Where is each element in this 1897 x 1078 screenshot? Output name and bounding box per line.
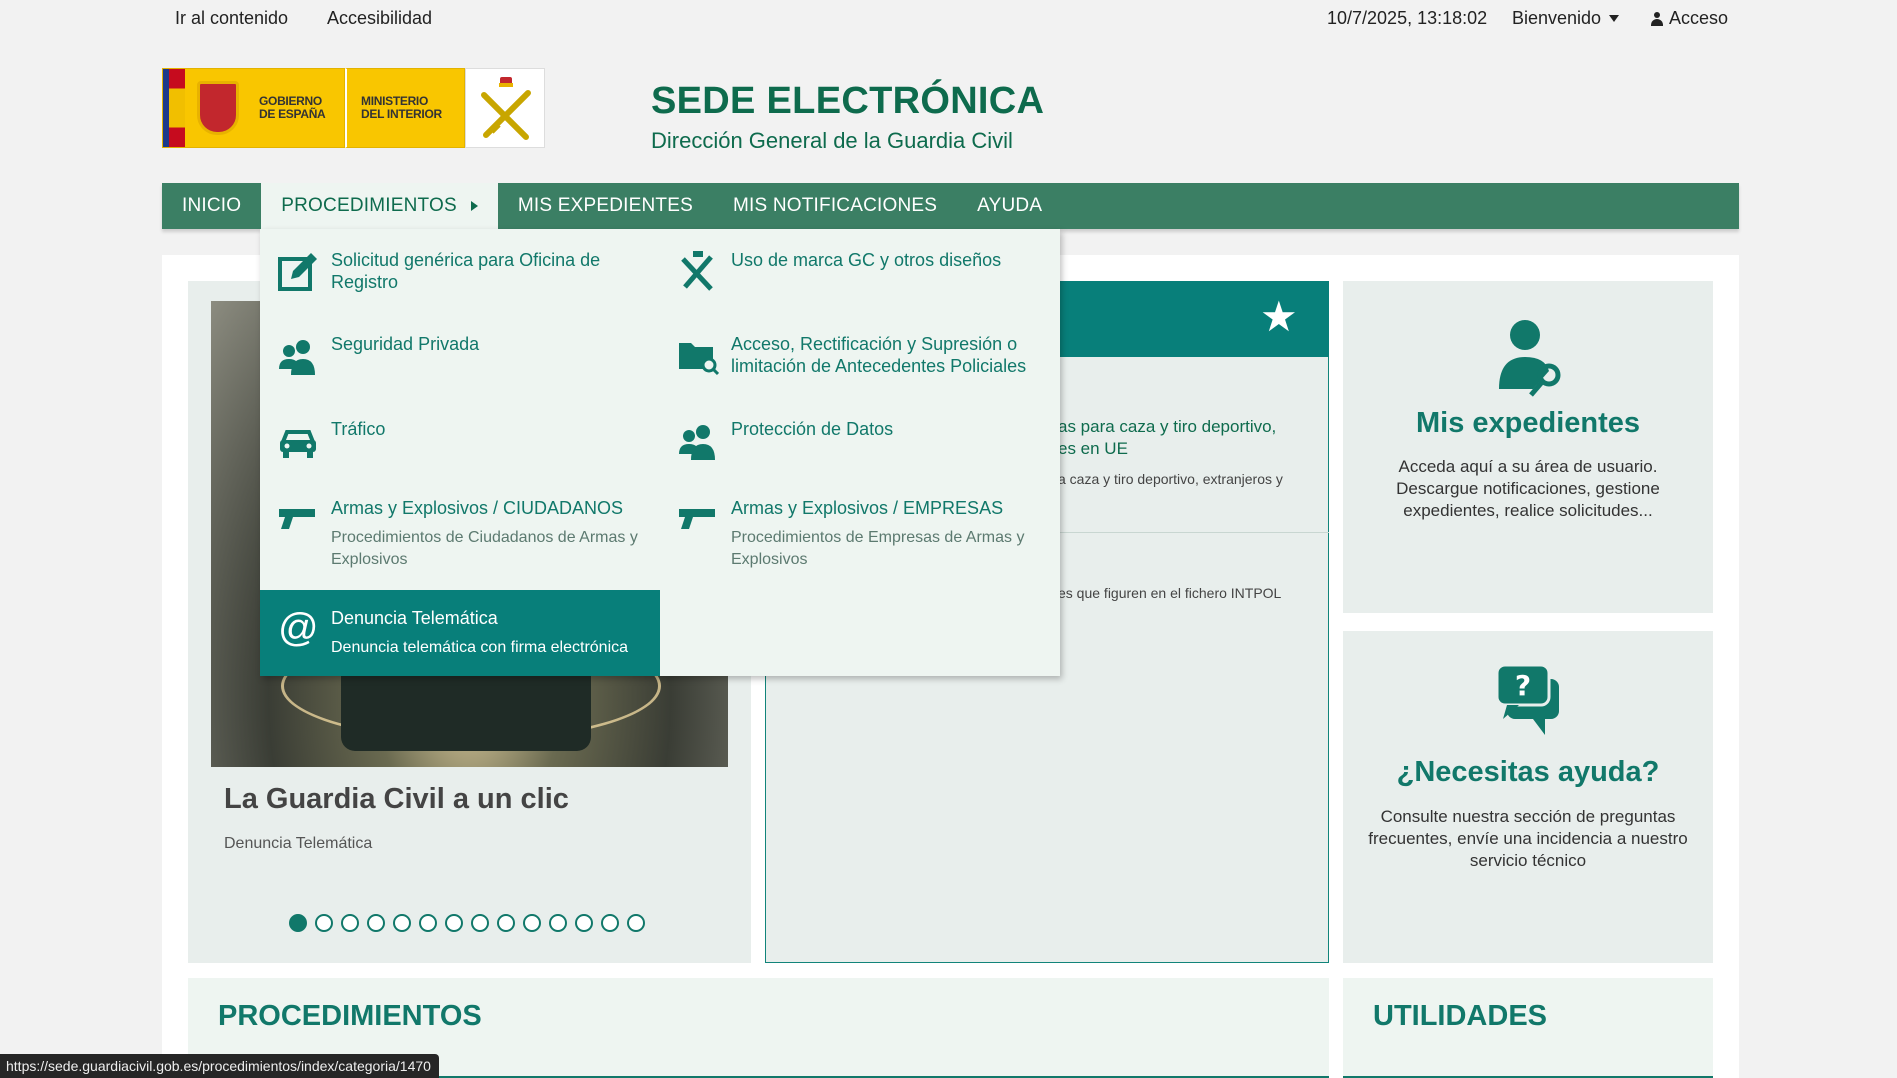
user-icon xyxy=(1651,11,1663,26)
help-chat-icon: ? xyxy=(1493,661,1563,739)
welcome-menu[interactable]: Bienvenido xyxy=(1512,8,1620,29)
slider-subtitle: Denuncia Telemática xyxy=(224,835,373,852)
nav-item-procedimientos[interactable]: PROCEDIMIENTOS xyxy=(261,183,498,229)
slider-dot[interactable] xyxy=(445,914,463,932)
coat-of-arms-icon xyxy=(197,81,239,135)
slider-dot[interactable] xyxy=(367,914,385,932)
dd-item-trafico[interactable]: Tráfico xyxy=(260,418,640,478)
dd-item-label: Uso de marca GC y otros diseños xyxy=(731,250,1002,270)
users-icon xyxy=(677,420,719,462)
main-nav: INICIO PROCEDIMIENTOS MIS EXPEDIENTES MI… xyxy=(162,183,1739,229)
news-item-2-desc: es que figuren en el fichero INTPOL xyxy=(1058,585,1282,601)
site-title: SEDE ELECTRÓNICA xyxy=(651,80,1045,122)
nav-item-mis-expedientes[interactable]: MIS EXPEDIENTES xyxy=(498,183,713,229)
dd-item-desc: Denuncia telemática con firma electrónic… xyxy=(331,639,629,656)
dd-item-label: Denuncia Telemática xyxy=(331,608,498,628)
slider-dot[interactable] xyxy=(419,914,437,932)
necesitas-ayuda-title: ¿Necesitas ayuda? xyxy=(1396,756,1660,788)
dd-item-label: Protección de Datos xyxy=(731,419,894,439)
slider-pagination xyxy=(289,914,645,932)
site-subtitle: Dirección General de la Guardia Civil xyxy=(651,128,1013,153)
slider-dot[interactable] xyxy=(575,914,593,932)
edit-icon xyxy=(277,251,319,293)
dd-item-desc: Procedimientos de Ciudadanos de Armas y … xyxy=(331,529,638,568)
slider-dot[interactable] xyxy=(601,914,619,932)
mis-expedientes-title: Mis expedientes xyxy=(1415,407,1641,439)
slider-dot[interactable] xyxy=(341,914,359,932)
nav-item-mis-notificaciones[interactable]: MIS NOTIFICACIONES xyxy=(713,183,957,229)
welcome-label: Bienvenido xyxy=(1512,8,1602,28)
login-label: Acceso xyxy=(1669,8,1729,28)
dd-item-seguridad-privada[interactable]: Seguridad Privada xyxy=(260,333,640,393)
necesitas-ayuda-card[interactable]: ? ¿Necesitas ayuda? Consulte nuestra sec… xyxy=(1343,631,1713,963)
car-icon xyxy=(277,420,319,462)
dd-item-solicitud-generica[interactable]: Solicitud genérica para Oficina de Regis… xyxy=(260,249,640,319)
news-item-1-title-line-2[interactable]: es en UE xyxy=(1058,439,1128,459)
dd-item-desc: Procedimientos de Empresas de Armas y Ex… xyxy=(731,529,1025,568)
slider-dot[interactable] xyxy=(523,914,541,932)
news-item-1-desc: a caza y tiro deportivo, extranjeros y xyxy=(1058,471,1283,487)
dd-item-armas-ciudadanos[interactable]: Armas y Explosivos / CIUDADANOS Procedim… xyxy=(260,497,640,577)
utilidades-heading: UTILIDADES xyxy=(1373,1000,1547,1032)
dd-item-acceso-antecedentes[interactable]: Acceso, Rectificación y Supresión o limi… xyxy=(660,333,1040,403)
dd-item-label: Armas y Explosivos / EMPRESAS xyxy=(731,498,1004,518)
users-icon xyxy=(277,335,319,377)
pistol-icon xyxy=(277,499,319,541)
slider-dot[interactable] xyxy=(289,914,307,932)
logo-min-text-2: DEL INTERIOR xyxy=(361,107,442,121)
nav-item-procedimientos-label: PROCEDIMIENTOS xyxy=(281,195,457,216)
mis-expedientes-text: Acceda aquí a su área de usuario. Descar… xyxy=(1396,457,1660,520)
login-link[interactable]: Acceso xyxy=(1651,8,1728,29)
at-icon: @ xyxy=(278,606,319,650)
folder-search-icon xyxy=(677,335,720,377)
gc-emblem-icon xyxy=(677,251,719,293)
dd-item-label: Armas y Explosivos / CIUDADANOS xyxy=(331,498,624,518)
pistol-icon xyxy=(677,499,719,541)
browser-status-bar: https://sede.guardiacivil.gob.es/procedi… xyxy=(0,1054,439,1078)
dd-item-label: Solicitud genérica para Oficina de Regis… xyxy=(331,250,601,292)
dd-item-label: Seguridad Privada xyxy=(331,334,480,354)
procedimientos-heading: PROCEDIMIENTOS xyxy=(218,1000,482,1032)
slider-dot[interactable] xyxy=(549,914,567,932)
chevron-right-icon xyxy=(470,201,478,211)
flag-icon xyxy=(163,69,185,147)
slider-dot[interactable] xyxy=(497,914,515,932)
ministerio-interior-logo: MINISTERIO DEL INTERIOR xyxy=(345,68,465,148)
top-bar: Ir al contenido Accesibilidad 10/7/2025,… xyxy=(0,0,1897,36)
dd-item-uso-marca-gc[interactable]: Uso de marca GC y otros diseños xyxy=(660,249,1040,309)
guardia-civil-emblem-icon xyxy=(465,68,545,148)
skip-to-content-link[interactable]: Ir al contenido xyxy=(175,8,288,29)
chevron-down-icon xyxy=(1609,15,1620,22)
header-logos[interactable]: GOBIERNO DE ESPAÑA MINISTERIO DEL INTERI… xyxy=(162,68,545,148)
slider-dot[interactable] xyxy=(627,914,645,932)
mis-expedientes-card[interactable]: Mis expedientes Acceda aquí a su área de… xyxy=(1343,281,1713,613)
accessibility-link[interactable]: Accesibilidad xyxy=(327,8,432,29)
slider-dot[interactable] xyxy=(393,914,411,932)
dd-item-label: Acceso, Rectificación y Supresión o limi… xyxy=(731,334,1027,376)
dd-item-proteccion-datos[interactable]: Protección de Datos xyxy=(660,418,1040,478)
star-icon: ★ xyxy=(1260,293,1298,340)
dd-item-armas-empresas[interactable]: Armas y Explosivos / EMPRESAS Procedimie… xyxy=(660,497,1040,577)
slider-dot[interactable] xyxy=(471,914,489,932)
news-divider xyxy=(1058,532,1329,533)
news-item-1-title-line-1[interactable]: as para caza y tiro deportivo, xyxy=(1058,417,1276,437)
dd-item-label: Tráfico xyxy=(331,419,386,439)
datetime-display: 10/7/2025, 13:18:02 xyxy=(1327,8,1488,28)
gobierno-espana-logo: GOBIERNO DE ESPAÑA xyxy=(162,68,345,148)
dd-item-denuncia-telematica[interactable]: @ Denuncia Telemática Denuncia telemátic… xyxy=(260,590,660,676)
slider-dot[interactable] xyxy=(315,914,333,932)
logo-gob-text-2: DE ESPAÑA xyxy=(259,107,326,121)
slider-title[interactable]: La Guardia Civil a un clic xyxy=(224,783,569,816)
nav-item-inicio[interactable]: INICIO xyxy=(162,183,261,229)
necesitas-ayuda-text: Consulte nuestra sección de preguntas fr… xyxy=(1368,807,1688,870)
svg-text:?: ? xyxy=(1515,669,1531,702)
nav-item-ayuda[interactable]: AYUDA xyxy=(957,183,1062,229)
user-key-icon xyxy=(1493,319,1563,397)
